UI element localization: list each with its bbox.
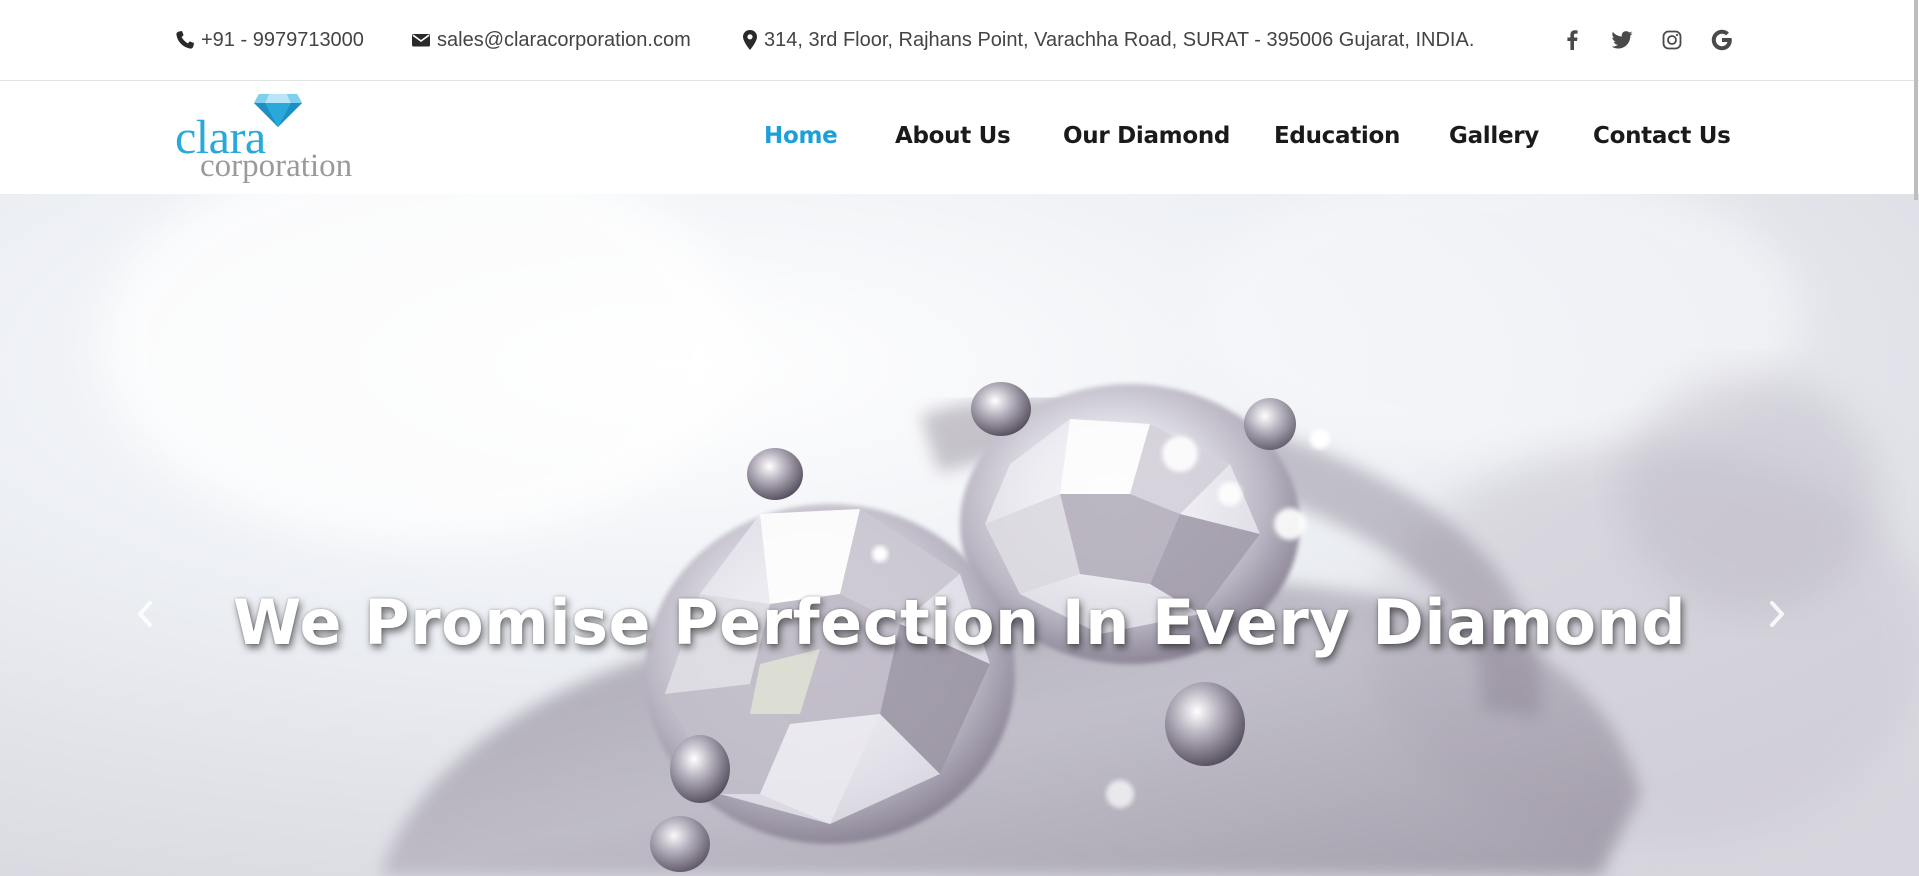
nav-item-gallery[interactable]: Gallery xyxy=(1449,123,1539,149)
nav-item-our-diamond[interactable]: Our Diamond xyxy=(1063,123,1230,149)
contact-email-text: sales@claracorporation.com xyxy=(437,28,691,51)
main-navigation: Home About Us Our Diamond Education Gall… xyxy=(0,81,1919,194)
twitter-icon[interactable] xyxy=(1606,24,1638,56)
map-marker-icon xyxy=(742,29,758,51)
hero-slider: We Promise Perfection In Every Diamond xyxy=(0,194,1919,876)
contact-email[interactable]: sales@claracorporation.com xyxy=(411,27,691,53)
nav-item-about-us[interactable]: About Us xyxy=(895,123,1011,149)
nav-item-contact-us[interactable]: Contact Us xyxy=(1593,123,1731,149)
contact-address: 314, 3rd Floor, Rajhans Point, Varachha … xyxy=(742,27,1474,53)
social-links xyxy=(1555,24,1755,56)
nav-item-home[interactable]: Home xyxy=(764,123,838,149)
contact-address-text: 314, 3rd Floor, Rajhans Point, Varachha … xyxy=(764,28,1475,51)
hero-title: We Promise Perfection In Every Diamond xyxy=(232,586,1687,659)
instagram-icon[interactable] xyxy=(1656,24,1688,56)
site-header: clara corporation Home About Us Our Diam… xyxy=(0,81,1919,194)
google-icon[interactable] xyxy=(1706,24,1738,56)
phone-icon xyxy=(175,30,195,50)
nav-item-education[interactable]: Education xyxy=(1274,123,1400,149)
contact-phone-text: +91 - 9979713000 xyxy=(201,28,364,51)
top-contact-bar: +91 - 9979713000 sales@claracorporation.… xyxy=(0,0,1919,81)
envelope-icon xyxy=(411,30,431,50)
contact-phone[interactable]: +91 - 9979713000 xyxy=(175,27,364,53)
facebook-icon[interactable] xyxy=(1556,24,1588,56)
hero-diamond-ring-image xyxy=(0,194,1919,876)
page-scrollbar-thumb[interactable] xyxy=(1914,0,1918,200)
